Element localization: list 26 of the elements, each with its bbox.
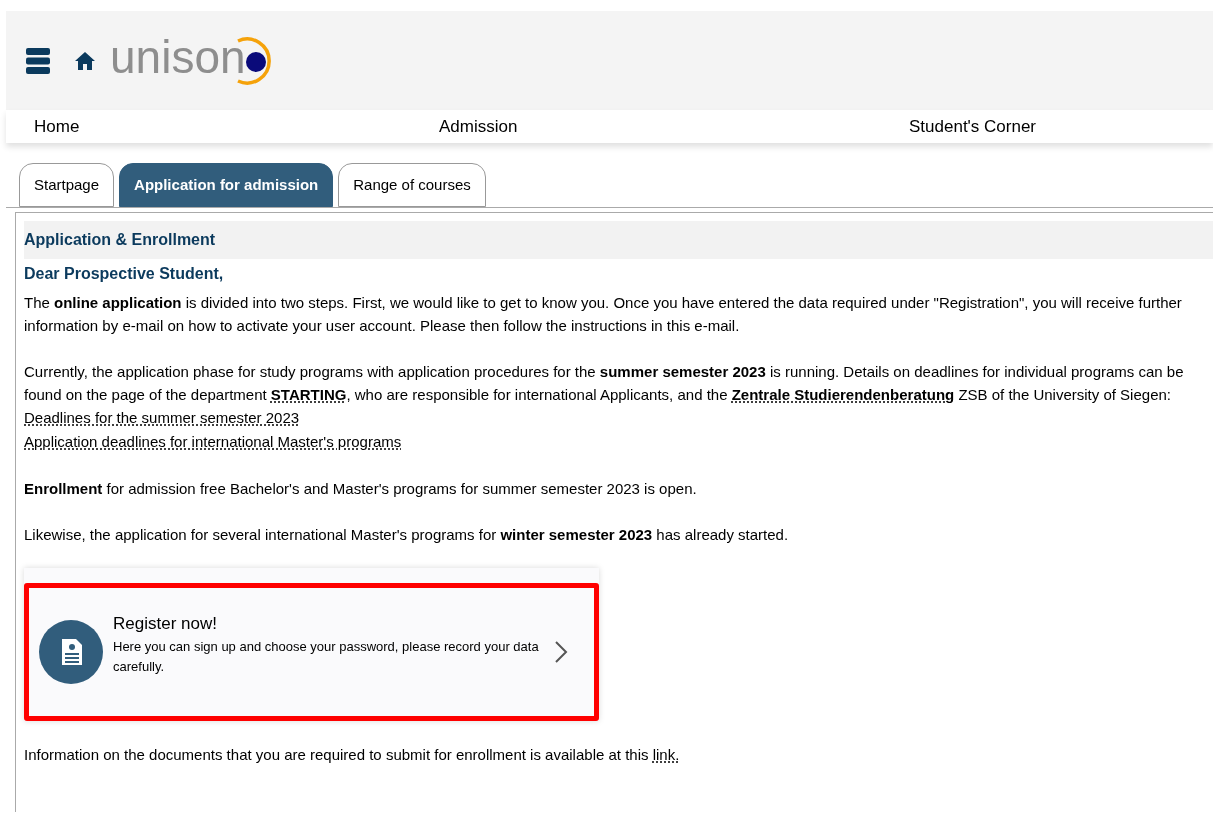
tab[interactable]: Application for admission [119, 163, 334, 207]
text-link[interactable]: STARTING [270, 386, 347, 403]
paragraph: The online application is divided into two steps. First, we would like to get to know you. Once you have entered the data required under "Registration", you will receive further information by e-mail on how to activate your user account. Please then follow the instructions in this e-mail. [24, 293, 1183, 336]
nav-link[interactable]: Admission [439, 116, 518, 136]
section-title: Application & Enrollment [24, 230, 216, 250]
paragraph: Likewise, the application for several international Master's programs for winter semester 2023 has already started. [24, 525, 790, 545]
register-button[interactable]: Register now! Here you can sign up and choose your password, please record your data carefully. [24, 583, 599, 721]
menu-icon[interactable] [26, 47, 50, 74]
greeting: Dear Prospective Student, [24, 264, 225, 284]
nav-link[interactable]: Home [34, 116, 80, 136]
document-icon [39, 620, 103, 684]
register-title: Register now! [113, 613, 218, 636]
text-link[interactable]: link. [652, 746, 680, 763]
deadline-link[interactable]: Application deadlines for international Master's programs [24, 433, 402, 450]
logo-text: unison [110, 33, 246, 80]
paragraph: Information on the documents that you are required to submit for enrollment is available at this link. [24, 745, 681, 765]
home-icon[interactable] [74, 50, 96, 71]
tab[interactable]: Range of courses [338, 163, 486, 207]
nav-link[interactable]: Student's Corner [909, 116, 1037, 136]
paragraph: Currently, the application phase for study programs with application procedures for the summer semester 2023 is running. Details on deadlines for individual programs can be found on the page of the department STARTING, who are responsible for international Applicants, and the Zentrale Studierendenberatung ZSB of the University of Siegen: [24, 362, 1185, 405]
tab[interactable]: Startpage [19, 163, 115, 207]
deadline-link[interactable]: Deadlines for the summer semester 2023 [24, 409, 300, 426]
text-link[interactable]: Zentrale Studierendenberatung [731, 386, 955, 403]
paragraph: Enrollment for admission free Bachelor's and Master's programs for summer semester 2023 is open. [24, 479, 698, 499]
chevron-right-icon [554, 640, 568, 664]
register-description: Here you can sign up and choose your password, please record your data carefully. [113, 637, 540, 676]
